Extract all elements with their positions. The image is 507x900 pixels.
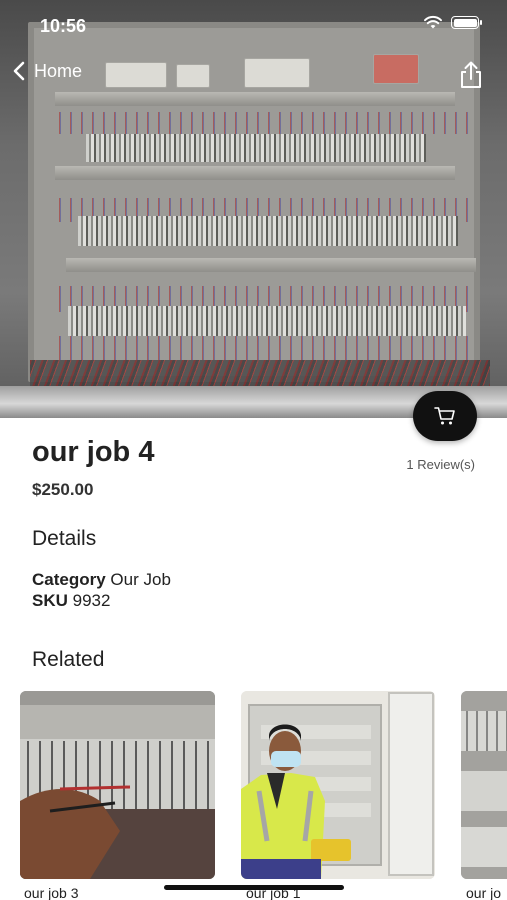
- category-value: Our Job: [110, 570, 171, 589]
- sku-value: 9932: [72, 591, 111, 610]
- related-item-image: [241, 691, 435, 879]
- related-item-caption: our job 3: [24, 885, 79, 900]
- battery-icon: [451, 16, 482, 29]
- terminal-row: [86, 134, 426, 162]
- related-item[interactable]: [20, 691, 215, 879]
- related-item[interactable]: [461, 691, 507, 879]
- cart-icon: [434, 407, 455, 425]
- wire-bundle: [55, 336, 470, 360]
- related-heading: Related: [32, 648, 105, 671]
- sku-label: SKU: [32, 591, 68, 610]
- sku-row: SKU 9932: [32, 591, 110, 611]
- category-row: Category Our Job: [32, 570, 171, 590]
- status-time: 10:56: [40, 16, 87, 36]
- details-heading: Details: [32, 527, 97, 550]
- related-item-image: [461, 691, 507, 879]
- terminal-row: [68, 306, 466, 336]
- related-item[interactable]: [241, 691, 435, 879]
- panel-rail: [66, 258, 476, 272]
- panel-rail: [55, 166, 455, 180]
- share-icon: [461, 61, 481, 88]
- chevron-left-icon: [13, 61, 25, 81]
- product-title: our job 4: [32, 436, 155, 468]
- status-icons: [423, 15, 482, 30]
- related-item-caption: our jo: [466, 885, 502, 900]
- wifi-icon: [424, 15, 442, 29]
- add-to-cart-button[interactable]: [413, 391, 477, 441]
- share-button[interactable]: [457, 60, 485, 90]
- home-indicator[interactable]: [164, 885, 344, 890]
- panel-module: [244, 58, 310, 88]
- back-button[interactable]: Home: [12, 60, 82, 82]
- category-label: Category: [32, 570, 106, 589]
- panel-module: [105, 62, 167, 88]
- wire-bundle: [55, 112, 470, 134]
- panel-module: [373, 54, 419, 84]
- panel-rail: [55, 92, 455, 106]
- product-price: $250.00: [32, 480, 94, 499]
- reviews-link[interactable]: 1 Review(s): [406, 457, 475, 472]
- related-carousel[interactable]: our job 3 our job 1 our jo: [20, 691, 507, 900]
- panel-module: [176, 64, 210, 88]
- back-label: Home: [34, 60, 83, 81]
- terminal-row: [78, 216, 458, 246]
- related-item-image: [20, 691, 215, 879]
